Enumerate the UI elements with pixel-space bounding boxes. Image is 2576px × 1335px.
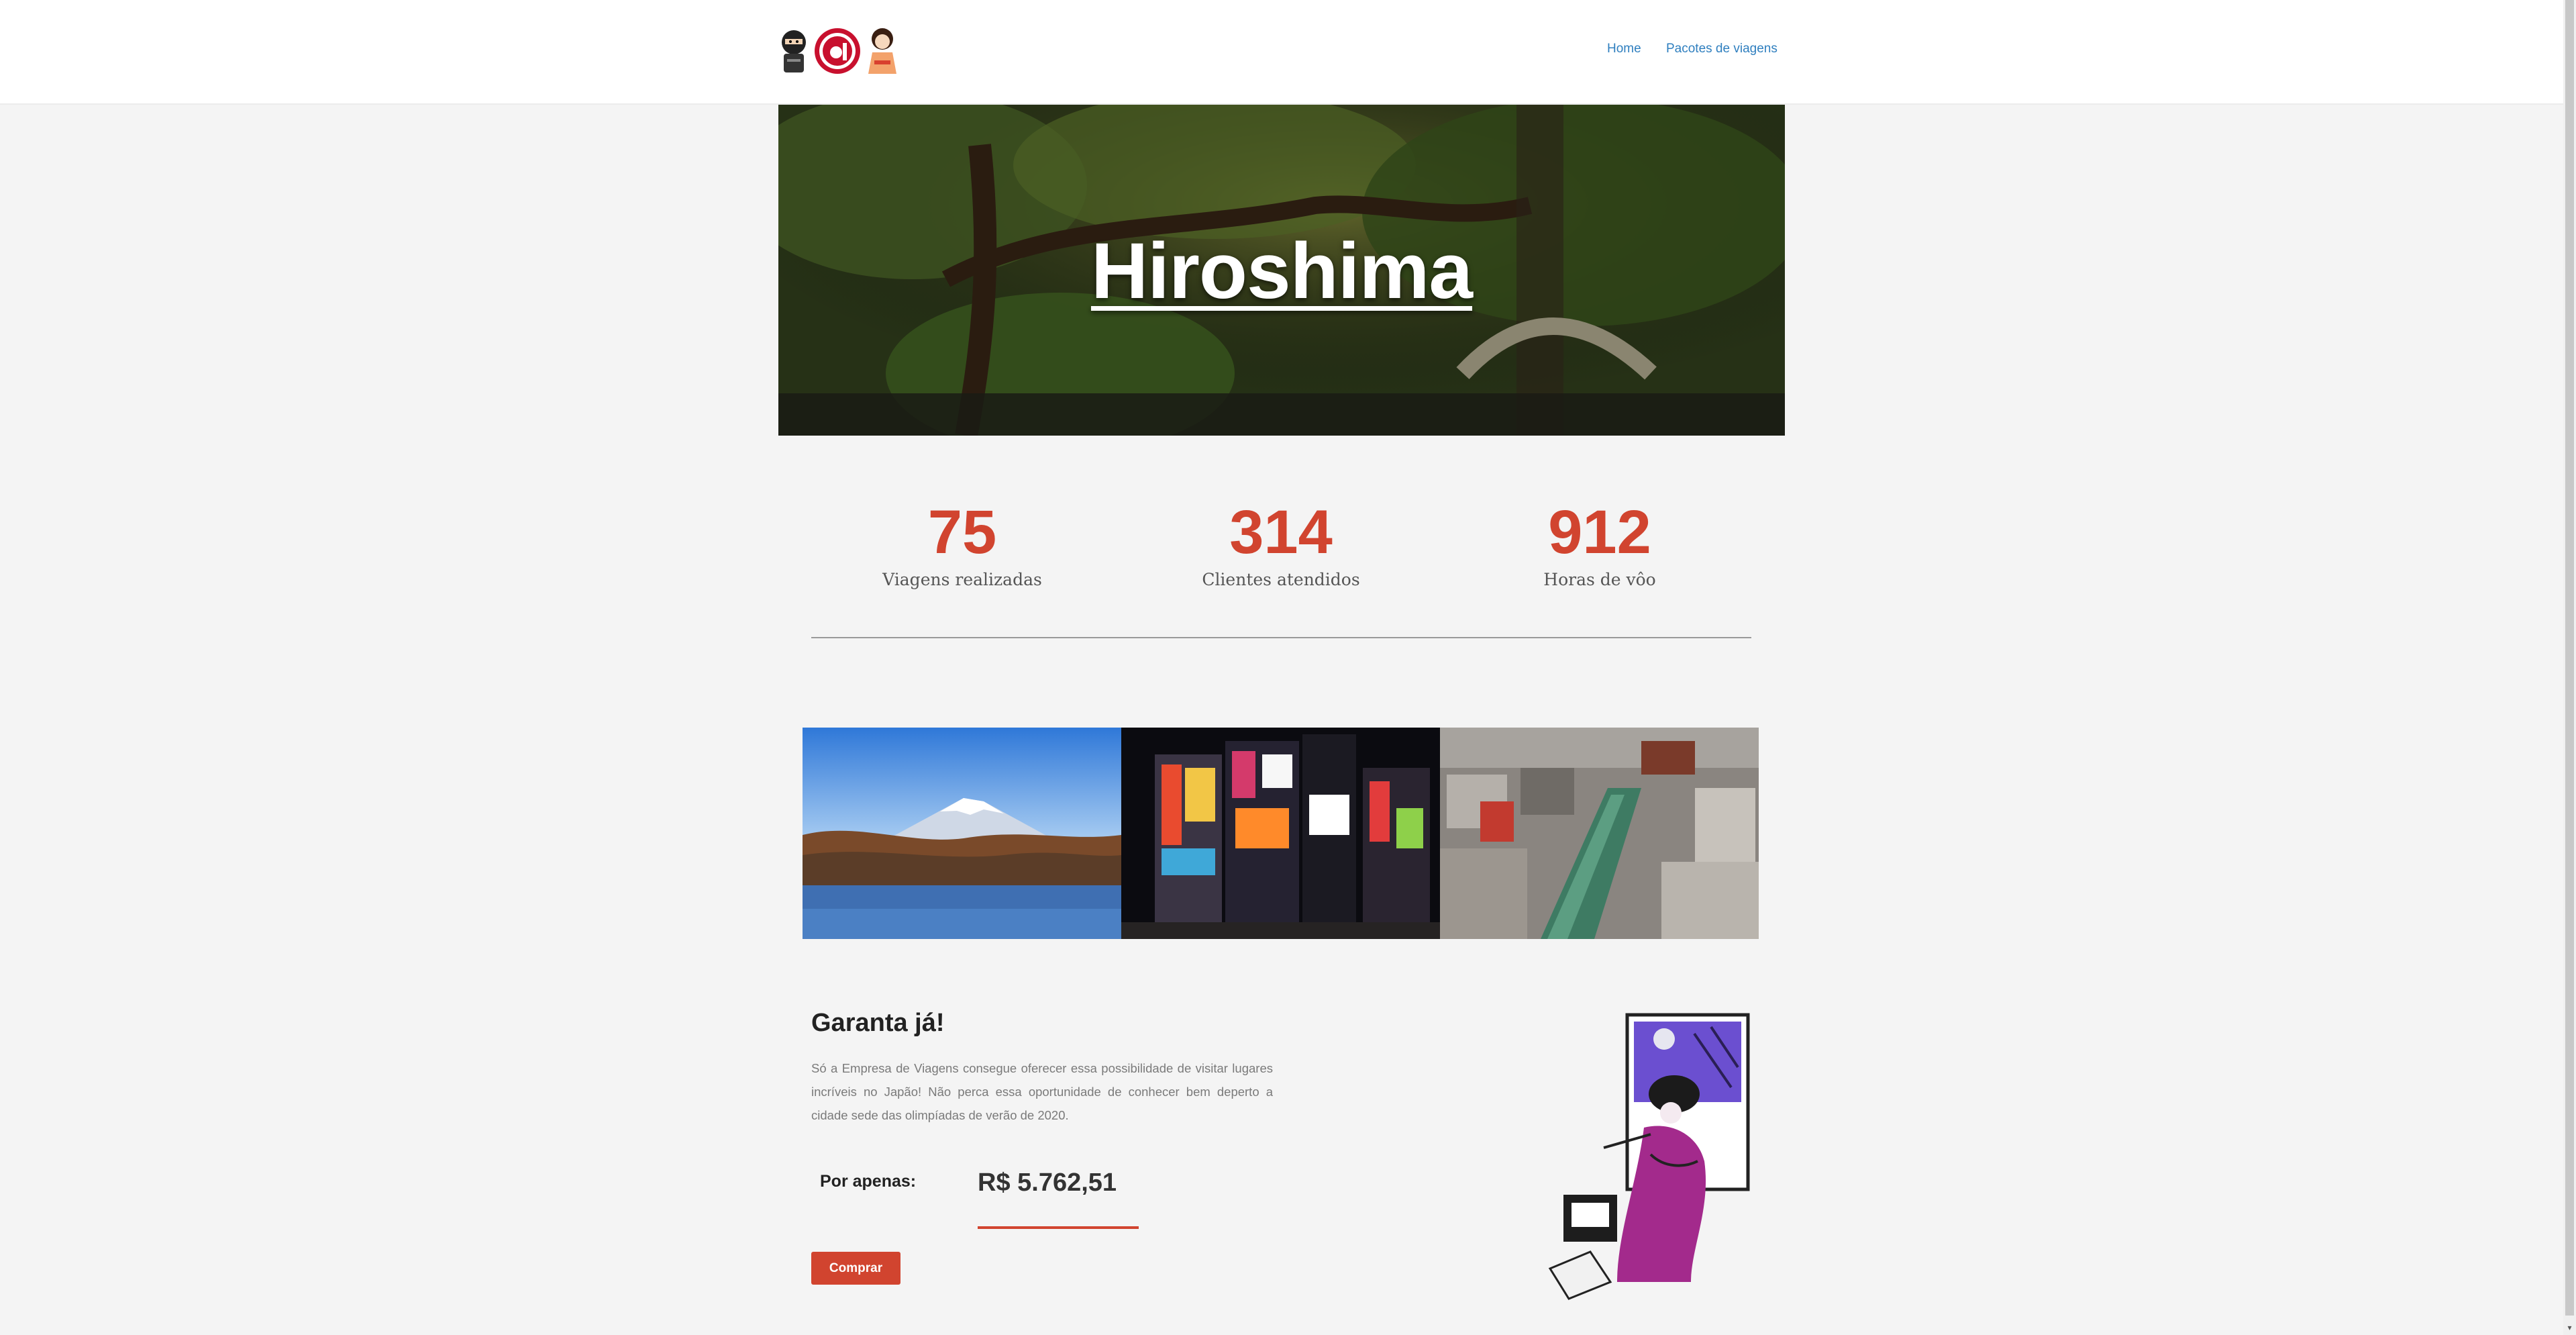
stat-value: 314 xyxy=(1229,498,1333,566)
mount-fuji-photo xyxy=(803,728,1121,939)
scroll-down-arrow-icon[interactable]: ▾ xyxy=(2565,1322,2574,1333)
nav-packages-link[interactable]: Pacotes de viagens xyxy=(1666,42,1778,56)
cta-description: Só a Empresa de Viagens consegue oferece… xyxy=(811,1061,1273,1122)
cta-title: Garanta já! xyxy=(811,1009,945,1037)
geisha-illustration xyxy=(1548,1013,1750,1300)
buy-button[interactable]: Comprar xyxy=(811,1252,900,1285)
stat-value: 75 xyxy=(927,498,997,566)
price-underline xyxy=(978,1226,1139,1229)
stat-value: 912 xyxy=(1548,498,1651,566)
stat-trips: 75 Viagens realizadas xyxy=(828,500,1096,589)
stat-label: Horas de vôo xyxy=(1543,570,1656,589)
brand-a-icon xyxy=(815,28,860,74)
site-logo[interactable] xyxy=(777,26,898,77)
price-value: R$ 5.762,51 xyxy=(978,1169,1117,1197)
page-title: Hiroshima xyxy=(1090,227,1473,315)
site-header: Home Pacotes de viagens xyxy=(0,0,2563,105)
stat-label: Viagens realizadas xyxy=(882,570,1042,589)
stat-flight-hours: 912 Horas de vôo xyxy=(1465,500,1734,589)
scrollbar-thumb[interactable] xyxy=(2565,0,2574,1316)
stat-clients: 314 Clientes atendidos xyxy=(1147,500,1415,589)
kimono-girl-icon xyxy=(868,28,896,74)
nav-home-link[interactable]: Home xyxy=(1607,42,1641,56)
night-city-photo xyxy=(1121,728,1440,939)
price-label: Por apenas: xyxy=(820,1172,917,1191)
street-market-photo xyxy=(1440,728,1759,939)
section-divider xyxy=(811,637,1751,638)
ninja-icon xyxy=(782,30,806,72)
stat-label: Clientes atendidos xyxy=(1202,570,1360,589)
hero-banner: Hiroshima xyxy=(778,105,1785,436)
